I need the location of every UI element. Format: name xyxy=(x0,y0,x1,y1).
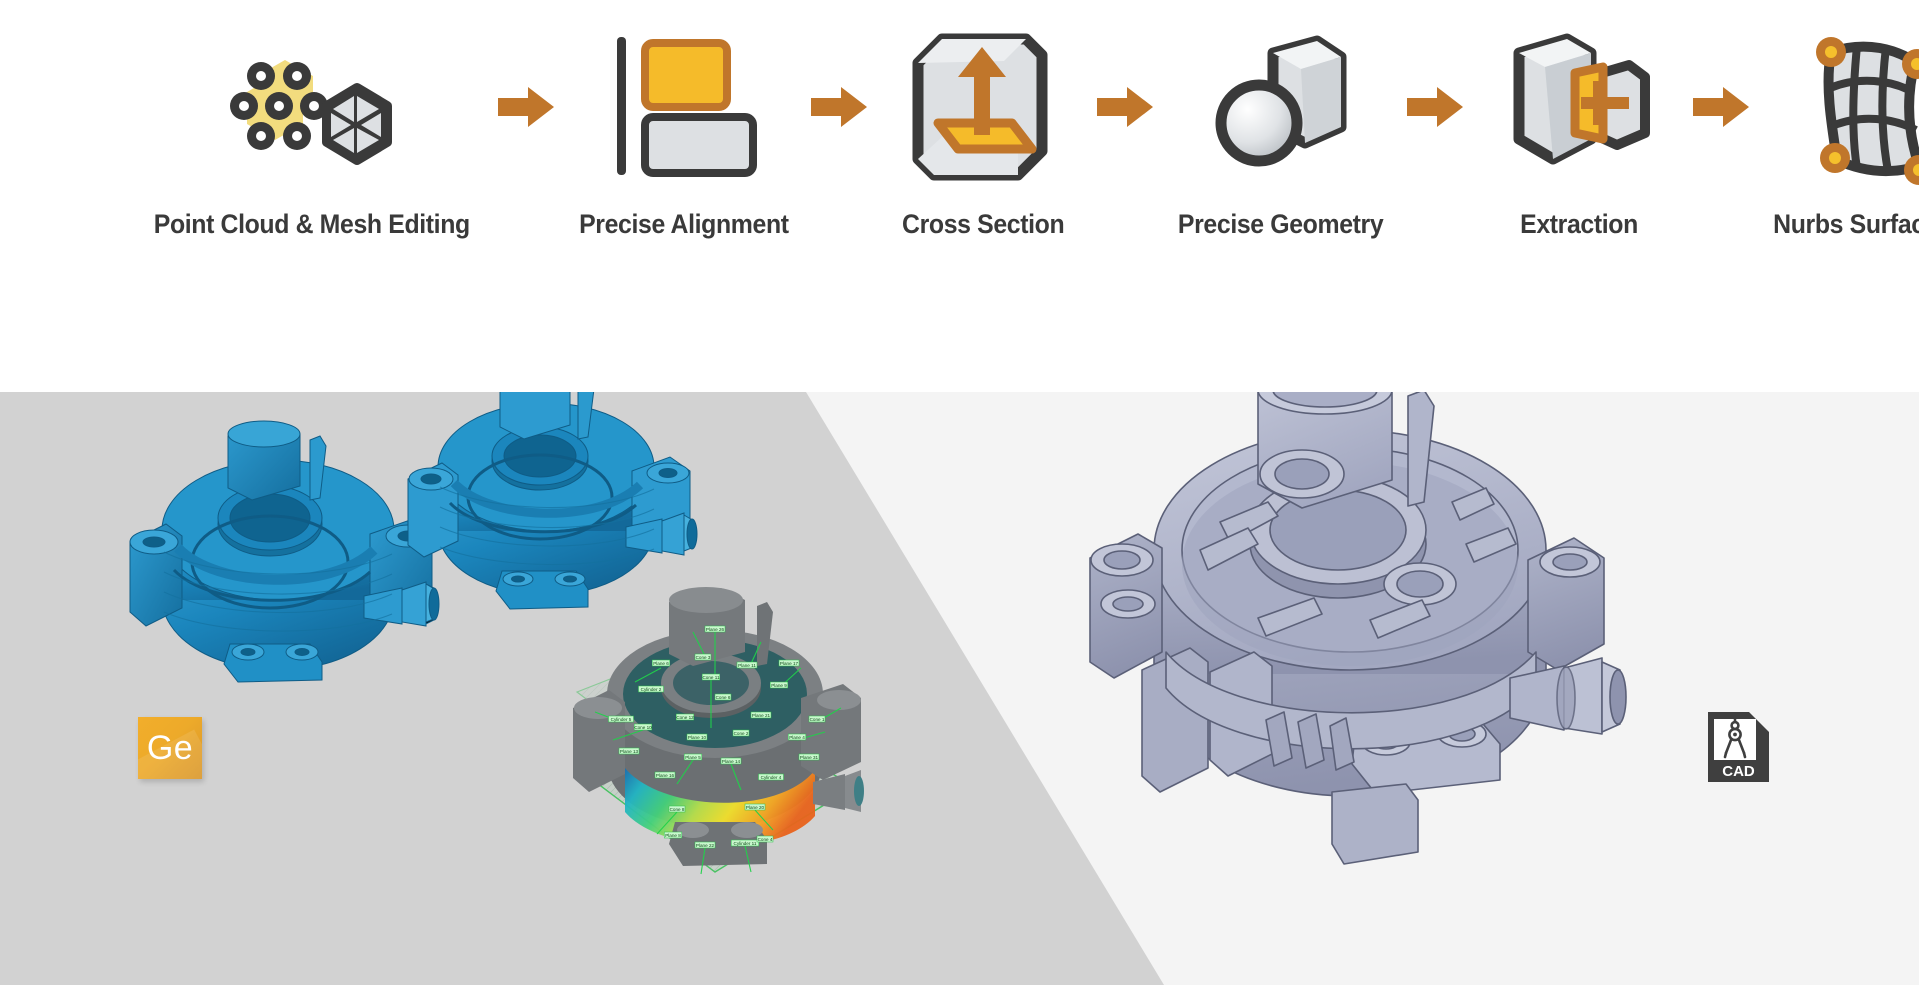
feature-label-text: Cone 6 xyxy=(716,695,731,700)
cad-file-icon: CAD xyxy=(1708,712,1769,782)
feature-label-text: Cone 3 xyxy=(696,655,711,660)
right-arrow-icon xyxy=(484,22,570,192)
precise-geometry-icon xyxy=(1181,21,1381,191)
feature-label-text: Plane 13 xyxy=(620,749,639,754)
showcase-panel: Plane 6 Cone 3 Plane 11 Plane 9 Cone 10 Plane… xyxy=(0,392,1919,985)
feature-label-text: Plane 16 xyxy=(656,773,675,778)
feature-label-text: Cylinder 4 xyxy=(761,775,782,780)
cad-solid-part[interactable] xyxy=(1070,392,1630,912)
workflow-step-nurbs-surfacing[interactable]: Nurbs Surfacing xyxy=(1765,21,1919,240)
feature-label-text: Plane 8 xyxy=(665,833,681,838)
workflow-strip: Point Cloud & Mesh Editing Precise Align… xyxy=(0,0,1919,392)
feature-label-text: Plane 10 xyxy=(688,735,707,740)
right-arrow-icon xyxy=(1083,22,1169,192)
feature-label-text: Cylinder 5 xyxy=(611,717,632,722)
feature-label-text: Plane 26 xyxy=(706,627,725,632)
feature-label-text: Plane 9 xyxy=(771,683,787,688)
precise-alignment-icon xyxy=(583,21,783,191)
cross-section-icon xyxy=(883,21,1083,191)
feature-label-text: Plane 22 xyxy=(696,843,715,848)
feature-label-text: Plane 20 xyxy=(746,805,765,810)
workflow-steps-row: Point Cloud & Mesh Editing Precise Align… xyxy=(0,0,1919,260)
feature-label-text: Plane 11 xyxy=(738,663,756,668)
feature-label-text: Cone 12 xyxy=(676,715,694,720)
feature-label-text: Cone 4 xyxy=(758,837,773,842)
cad-file-badge[interactable]: CAD xyxy=(1705,710,1772,784)
workflow-step-label: Cross Section xyxy=(902,208,1065,239)
right-arrow-icon xyxy=(797,22,883,192)
workflow-step-label: Point Cloud & Mesh Editing xyxy=(153,208,470,239)
workflow-step-point-cloud-mesh-editing[interactable]: Point Cloud & Mesh Editing xyxy=(140,21,484,240)
point-cloud-mesh-icon xyxy=(212,21,412,191)
feature-label-text: Plane 4 xyxy=(789,735,805,740)
extraction-icon xyxy=(1479,21,1679,191)
nurbs-surfacing-icon xyxy=(1767,21,1919,191)
feature-label-text: Cone 2 xyxy=(734,731,749,736)
workflow-step-cross-section[interactable]: Cross Section xyxy=(883,21,1083,240)
feature-label-text: Cone 10 xyxy=(634,725,652,730)
page-root: Point Cloud & Mesh Editing Precise Align… xyxy=(0,0,1919,985)
feature-label-text: Cone 11 xyxy=(702,675,719,680)
feature-label-text: Cone 1 xyxy=(810,717,825,722)
right-arrow-icon xyxy=(1393,22,1479,192)
workflow-step-label: Precise Alignment xyxy=(578,208,789,239)
workflow-step-extraction[interactable]: Extraction xyxy=(1479,21,1679,240)
feature-label-text: Cylinder 11 xyxy=(734,841,757,846)
workflow-step-label: Precise Geometry xyxy=(1178,208,1384,239)
workflow-step-precise-geometry[interactable]: Precise Geometry xyxy=(1169,21,1392,240)
ge-badge-label: Ge xyxy=(146,729,194,767)
feature-inspection-model[interactable]: Plane 6 Cone 3 Plane 11 Plane 9 Cone 10 Plane… xyxy=(565,572,865,985)
feature-label-text: Cylinder 2 xyxy=(641,687,662,692)
feature-label-text: Plane 21 xyxy=(752,713,771,718)
feature-label-text: Plane 14 xyxy=(722,759,741,764)
workflow-step-label: Nurbs Surfacing xyxy=(1772,208,1919,239)
feature-label-text: Plane 6 xyxy=(653,661,669,666)
workflow-step-label: Extraction xyxy=(1519,208,1638,239)
feature-label-text: Plane 31 xyxy=(800,755,819,760)
workflow-step-precise-alignment[interactable]: Precise Alignment xyxy=(570,21,798,240)
geomagic-ge-badge[interactable]: Ge xyxy=(138,717,202,779)
scanned-mesh-part-front[interactable] xyxy=(120,412,440,712)
feature-label-text: Plane 5 xyxy=(685,755,701,760)
feature-label-text: Cone 8 xyxy=(670,807,685,812)
feature-label-text: Plane 17 xyxy=(780,661,799,666)
cad-badge-label: CAD xyxy=(1722,763,1755,780)
right-arrow-icon xyxy=(1679,22,1765,192)
